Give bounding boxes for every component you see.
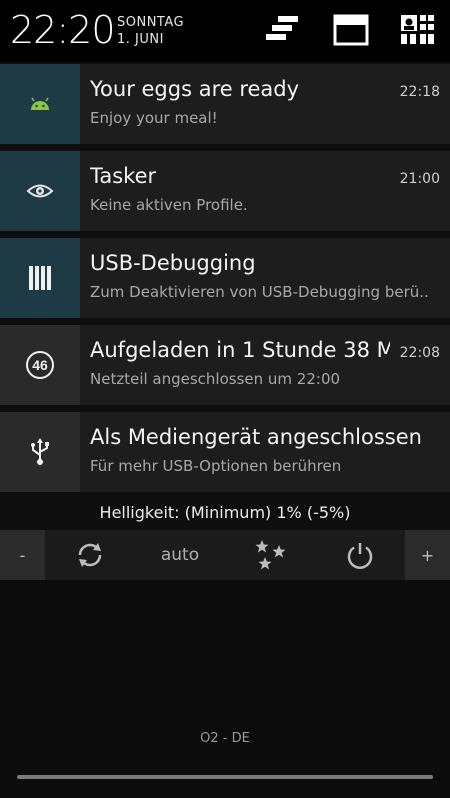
power-icon xyxy=(347,543,373,569)
auto-brightness-button[interactable]: auto xyxy=(145,530,215,580)
notification-usb-debugging[interactable]: USB-Debugging Zum Deaktivieren von USB-D… xyxy=(0,238,450,318)
eye-icon xyxy=(26,184,54,198)
brightness-label: Helligkeit: (Minimum) 1% (-5%) xyxy=(99,503,351,522)
stars-icon xyxy=(255,540,286,570)
quick-settings-list-icon[interactable] xyxy=(264,14,300,46)
notification-subtitle: Keine aktiven Profile. xyxy=(90,196,248,214)
notification-subtitle: Netzteil angeschlossen um 22:00 xyxy=(90,370,341,388)
notification-icon-box xyxy=(0,151,80,231)
notification-title: USB-Debugging xyxy=(90,251,256,275)
sync-icon xyxy=(78,543,102,567)
battery-46-icon: 46 xyxy=(26,351,54,379)
weekday: SONNTAG xyxy=(117,15,185,30)
date-box: SONNTAG 1. JUNI xyxy=(117,14,184,48)
notification-battery[interactable]: 46 Aufgeladen in 1 Stunde 38 Mi.. Netzte… xyxy=(0,325,450,405)
status-header: 22:20 SONNTAG 1. JUNI xyxy=(0,0,450,62)
stars-button[interactable] xyxy=(240,530,300,580)
notification-time: 22:18 xyxy=(399,84,440,100)
clock[interactable]: 22:20 xyxy=(10,8,116,52)
notification-title: Your eggs are ready xyxy=(90,77,300,101)
user-settings-icon[interactable] xyxy=(400,14,436,46)
empty-notification-area xyxy=(0,580,450,798)
notification-time: 21:00 xyxy=(399,171,440,187)
notification-title: Aufgeladen in 1 Stunde 38 Mi.. xyxy=(90,338,390,362)
notification-eggs[interactable]: Your eggs are ready Enjoy your meal! 22:… xyxy=(0,64,450,144)
notification-icon-box xyxy=(0,238,80,318)
window-icon[interactable] xyxy=(333,14,369,46)
date[interactable]: 1. JUNI xyxy=(117,31,184,48)
drag-handle[interactable] xyxy=(17,775,433,779)
brightness-bar: - auto + xyxy=(0,530,450,580)
notification-title: Als Mediengerät angeschlossen xyxy=(90,425,422,449)
notification-subtitle: Enjoy your meal! xyxy=(90,109,218,127)
notification-title: Tasker xyxy=(90,164,157,188)
android-icon xyxy=(31,97,49,110)
brightness-decrease-button[interactable]: - xyxy=(0,530,45,580)
notification-tasker[interactable]: Tasker Keine aktiven Profile. 21:00 xyxy=(0,151,450,231)
notification-subtitle: Zum Deaktivieren von USB-Debugging berü.… xyxy=(90,283,429,301)
usb-icon xyxy=(31,438,49,465)
notification-icon-box: 46 xyxy=(0,325,80,405)
battery-level-label: 46 xyxy=(32,357,48,373)
sync-button[interactable] xyxy=(60,530,120,580)
usb-debug-bars-icon xyxy=(29,266,51,290)
power-button[interactable] xyxy=(330,530,390,580)
notification-subtitle: Für mehr USB-Optionen berühren xyxy=(90,457,342,475)
carrier-label: O2 - DE xyxy=(200,731,250,746)
notification-icon-box xyxy=(0,412,80,492)
notification-time: 22:08 xyxy=(399,345,440,361)
brightness-increase-button[interactable]: + xyxy=(405,530,450,580)
notification-usb-media[interactable]: Als Mediengerät angeschlossen Für mehr U… xyxy=(0,412,450,492)
notification-icon-box xyxy=(0,64,80,144)
